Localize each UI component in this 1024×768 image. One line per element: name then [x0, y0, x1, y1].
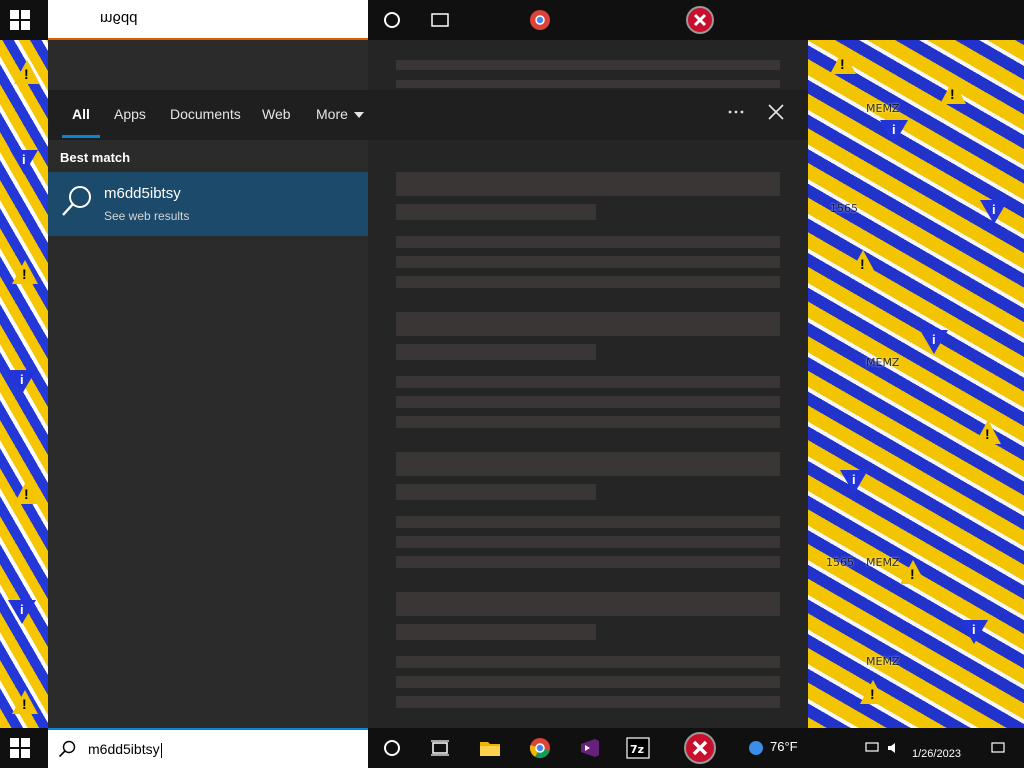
task-view-icon: [431, 13, 449, 27]
svg-text:7z: 7z: [630, 743, 644, 756]
taskbar: m6dd5ibtsy 7z 76°F 1/26/2023: [0, 728, 1024, 768]
weather-temperature[interactable]: 76°F: [770, 739, 798, 754]
warning-icon: [12, 690, 38, 714]
preview-placeholder: [396, 416, 780, 428]
chrome-icon[interactable]: [528, 736, 552, 760]
best-match-title: m6dd5ibtsy: [104, 185, 181, 202]
preview-placeholder: [396, 452, 780, 476]
tab-more-label: More: [316, 106, 348, 122]
glitch-search-text: m6dd: [100, 10, 138, 27]
preview-placeholder: [396, 556, 780, 568]
weather-icon[interactable]: [744, 736, 768, 760]
tab-apps[interactable]: Apps: [114, 106, 146, 122]
warning-icon: [860, 680, 886, 704]
preview-placeholder: [396, 172, 780, 196]
best-match-result[interactable]: m6dd5ibtsy See web results: [48, 172, 368, 236]
windows-start-icon: [10, 10, 30, 30]
close-icon[interactable]: [764, 100, 788, 124]
options-button[interactable]: [724, 100, 748, 124]
notification-icon[interactable]: [990, 740, 1006, 756]
warning-icon: [940, 80, 966, 104]
network-icon[interactable]: [864, 740, 880, 756]
preview-placeholder: [396, 204, 596, 220]
preview-placeholder: [396, 80, 780, 88]
preview-placeholder: [396, 696, 780, 708]
chrome-icon: [530, 10, 550, 30]
preview-placeholder: [396, 536, 780, 548]
cortana-icon[interactable]: [380, 736, 404, 760]
glitch-text: MEMZ: [866, 655, 900, 668]
preview-pane: [368, 40, 808, 728]
system-clock[interactable]: 1/26/2023: [912, 748, 961, 760]
info-icon: [8, 600, 36, 624]
task-view-icon[interactable]: [428, 736, 452, 760]
taskbar-search-input[interactable]: m6dd5ibtsy: [48, 728, 368, 768]
preview-placeholder: [396, 60, 780, 70]
preview-placeholder: [396, 276, 780, 288]
tab-documents[interactable]: Documents: [170, 106, 241, 122]
visual-studio-icon[interactable]: [578, 736, 602, 760]
preview-placeholder: [396, 592, 780, 616]
warning-icon: [14, 480, 40, 504]
glitch-text: 1565: [830, 202, 858, 215]
glitch-search-box: m6dd: [48, 0, 368, 40]
ellipsis-icon: [728, 110, 744, 114]
cortana-icon: [384, 12, 400, 28]
active-tab-indicator: [62, 135, 100, 138]
preview-placeholder: [396, 236, 780, 248]
glitch-text: MEMZ: [866, 102, 900, 115]
preview-placeholder: [396, 624, 596, 640]
tab-all[interactable]: All: [72, 106, 90, 122]
search-icon: [62, 186, 91, 216]
tab-web[interactable]: Web: [262, 106, 291, 122]
glitch-text: MEMZ: [866, 556, 900, 569]
error-icon: [684, 732, 716, 764]
glitch-text: 1565: [826, 556, 854, 569]
windows-start-icon[interactable]: [10, 738, 30, 758]
preview-placeholder: [396, 344, 596, 360]
error-icon: [686, 6, 714, 34]
7zip-icon[interactable]: 7z: [626, 736, 650, 760]
warning-icon: [12, 260, 38, 284]
preview-placeholder: [396, 484, 596, 500]
volume-icon[interactable]: [886, 740, 902, 756]
warning-icon: [975, 420, 1001, 444]
preview-placeholder: [396, 312, 780, 336]
info-icon: [880, 120, 908, 144]
best-match-heading: Best match: [60, 150, 131, 165]
info-icon: [8, 370, 36, 394]
preview-placeholder: [396, 656, 780, 668]
preview-placeholder: [396, 396, 780, 408]
warning-icon: [850, 250, 876, 274]
search-input-text: m6dd5ibtsy: [88, 741, 160, 757]
search-scope-tabs: All Apps Documents Web More: [48, 90, 808, 140]
info-icon: [10, 150, 38, 174]
glitch-taskbar-mirror: m6dd: [0, 0, 1024, 40]
warning-icon: [900, 560, 926, 584]
glitch-background-right: [808, 0, 1024, 768]
text-caret: [160, 742, 162, 758]
preview-placeholder: [396, 516, 780, 528]
info-icon: [980, 200, 1008, 224]
preview-placeholder: [396, 376, 780, 388]
warning-icon: [14, 60, 40, 84]
chevron-down-icon: [353, 112, 364, 119]
best-match-subtitle: See web results: [104, 209, 190, 223]
warning-icon: [830, 50, 856, 74]
search-icon: [58, 740, 76, 758]
glitch-text: MEMZ: [866, 356, 900, 369]
file-explorer-icon[interactable]: [478, 736, 502, 760]
tab-more[interactable]: More: [316, 106, 364, 122]
results-pane: [48, 40, 368, 728]
info-icon: [840, 470, 868, 494]
search-input-value: m6dd5ibtsy: [88, 741, 162, 758]
preview-placeholder: [396, 676, 780, 688]
preview-placeholder: [396, 256, 780, 268]
info-icon: [960, 620, 988, 644]
search-panel: All Apps Documents Web More Best match m…: [48, 40, 808, 728]
info-icon: [920, 330, 948, 354]
